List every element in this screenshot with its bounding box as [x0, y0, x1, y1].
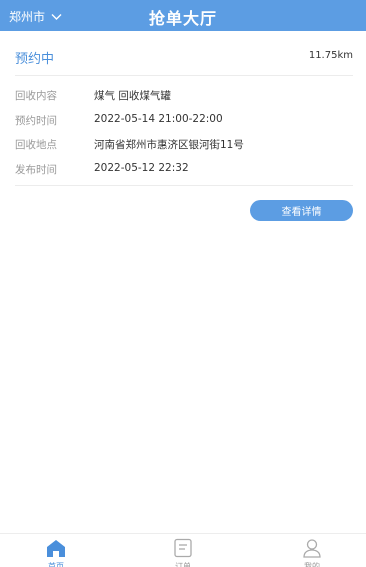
header-bar: 郑州市 抢单大厅 [0, 0, 366, 31]
info-value: 河南省郑州市惠济区银河街11号 [94, 139, 244, 151]
info-label: 发布时间 [15, 164, 57, 176]
tab-label: 首页 [48, 562, 64, 567]
order-status-row: 预约中 11.75km [15, 48, 353, 68]
tab-home[interactable]: 首页 [26, 538, 86, 567]
info-row-address: 回收地点 河南省郑州市惠济区银河街11号 [15, 137, 353, 153]
info-row-published: 发布时间 2022-05-12 22:32 [15, 162, 353, 178]
info-label: 预约时间 [15, 115, 57, 127]
info-label: 回收内容 [15, 90, 57, 102]
tab-me[interactable]: 我的 [282, 538, 342, 567]
info-value: 煤气 回收煤气罐 [94, 90, 171, 102]
orders-icon [174, 538, 192, 558]
status-badge: 预约中 [15, 52, 55, 67]
bottom-tab-bar: 首页 订单 我的 [0, 533, 366, 567]
divider [15, 75, 353, 76]
info-value: 2022-05-14 21:00-22:00 [94, 113, 223, 125]
info-row-time: 预约时间 2022-05-14 21:00-22:00 [15, 113, 353, 129]
info-label: 回收地点 [15, 139, 57, 151]
tab-label: 我的 [304, 562, 320, 567]
view-details-button[interactable]: 查看详情 [250, 200, 353, 221]
tab-label: 订单 [175, 562, 191, 567]
home-icon [47, 540, 65, 557]
distance-text: 11.75km [308, 50, 353, 61]
divider [15, 185, 353, 186]
page-title: 抢单大厅 [148, 9, 217, 28]
info-row-content: 回收内容 煤气 回收煤气罐 [15, 88, 353, 104]
user-icon [303, 539, 321, 558]
tab-orders[interactable]: 订单 [153, 538, 213, 567]
info-value: 2022-05-12 22:32 [94, 162, 189, 174]
